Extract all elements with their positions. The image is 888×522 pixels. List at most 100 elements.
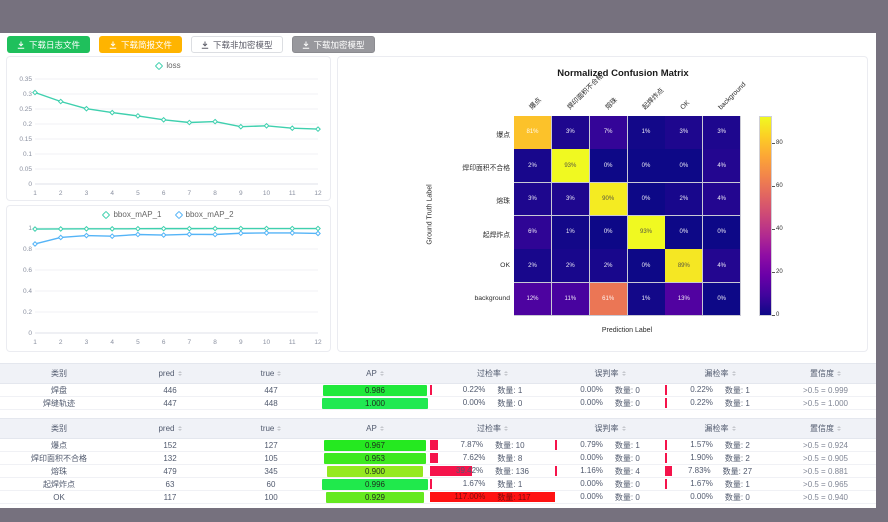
svg-text:12: 12 bbox=[314, 190, 322, 197]
matrix-cell: 61% bbox=[590, 283, 627, 316]
rate-qty: 数量: 2 bbox=[725, 440, 750, 451]
column-header-over-rate[interactable]: 过检率 bbox=[430, 419, 555, 438]
sort-caret-icon[interactable] bbox=[380, 426, 384, 431]
rate-value: 0.00% bbox=[580, 385, 603, 396]
column-header-miss-rate[interactable]: 漏检率 bbox=[665, 419, 775, 438]
sort-caret-icon[interactable] bbox=[277, 371, 281, 376]
sort-caret-icon[interactable] bbox=[504, 426, 508, 431]
column-header-category: 类别 bbox=[0, 364, 118, 383]
sort-caret-icon[interactable] bbox=[178, 426, 182, 431]
matrix-cell: 1% bbox=[552, 216, 589, 249]
sort-caret-icon[interactable] bbox=[622, 426, 626, 431]
column-header-true[interactable]: true bbox=[222, 364, 320, 383]
rate-value: 7.62% bbox=[463, 453, 486, 464]
button-label: 下载日志文件 bbox=[29, 39, 80, 51]
table-row: 焊盘4464470.9860.22%数量: 10.00%数量: 00.22%数量… bbox=[0, 384, 876, 397]
rate-qty: 数量: 117 bbox=[497, 492, 530, 503]
misjudge-rate-cell: 0.00%数量: 0 bbox=[555, 452, 665, 464]
column-header-misjudge-rate[interactable]: 误判率 bbox=[555, 419, 665, 438]
svg-text:1: 1 bbox=[33, 339, 37, 346]
button-label: 下载简报文件 bbox=[121, 39, 172, 51]
matrix-cell: 0% bbox=[703, 283, 740, 316]
svg-text:4: 4 bbox=[110, 190, 114, 197]
legend-label: bbox_mAP_1 bbox=[113, 210, 161, 219]
column-header-misjudge-rate[interactable]: 误判率 bbox=[555, 364, 665, 383]
svg-text:0.05: 0.05 bbox=[19, 166, 32, 173]
rate-bar bbox=[430, 453, 438, 463]
rate-value: 1.90% bbox=[690, 453, 713, 464]
download-report-button[interactable]: 下载简报文件 bbox=[99, 36, 182, 53]
svg-text:10: 10 bbox=[263, 190, 271, 197]
svg-text:0.15: 0.15 bbox=[19, 136, 32, 143]
miss-rate-cell: 1.67%数量: 1 bbox=[665, 478, 775, 490]
sort-caret-icon[interactable] bbox=[622, 371, 626, 376]
rate-qty: 数量: 0 bbox=[615, 453, 640, 464]
download-log-button[interactable]: 下载日志文件 bbox=[7, 36, 90, 53]
over-rate-cell: 0.00%数量: 0 bbox=[430, 397, 555, 409]
rate-qty: 数量: 2 bbox=[725, 453, 750, 464]
svg-text:0.35: 0.35 bbox=[19, 76, 32, 83]
column-header-over-rate[interactable]: 过检率 bbox=[430, 364, 555, 383]
misjudge-rate-cell: 1.16%数量: 4 bbox=[555, 465, 665, 477]
sort-caret-icon[interactable] bbox=[732, 371, 736, 376]
sort-caret-icon[interactable] bbox=[178, 371, 182, 376]
rate-qty: 数量: 0 bbox=[615, 398, 640, 409]
sort-caret-icon[interactable] bbox=[504, 371, 508, 376]
svg-text:0.1: 0.1 bbox=[23, 151, 32, 158]
column-header-true[interactable]: true bbox=[222, 419, 320, 438]
ap-bar: 1.000 bbox=[322, 398, 428, 409]
matrix-cell: 2% bbox=[665, 183, 702, 216]
column-header-confidence[interactable]: 置信度 bbox=[775, 364, 876, 383]
confusion-matrix-grid: 81%3%7%1%3%3%2%93%0%0%0%4%3%3%90%0%2%4%6… bbox=[514, 116, 741, 316]
category-cell: 起焊炸点 bbox=[0, 478, 118, 490]
rate-qty: 数量: 8 bbox=[497, 453, 522, 464]
rate-value: 0.79% bbox=[580, 440, 603, 451]
sort-caret-icon[interactable] bbox=[732, 426, 736, 431]
legend-item-bbox-map-2[interactable]: bbox_mAP_2 bbox=[176, 210, 234, 219]
header-label: 置信度 bbox=[810, 423, 834, 434]
misjudge-rate-cell: 0.79%数量: 1 bbox=[555, 439, 665, 451]
ap-bar: 0.967 bbox=[324, 440, 427, 451]
legend-item-bbox-map-1[interactable]: bbox_mAP_1 bbox=[103, 210, 161, 219]
svg-text:0.4: 0.4 bbox=[23, 288, 32, 295]
column-header-pred[interactable]: pred bbox=[118, 419, 222, 438]
matrix-cell: 13% bbox=[665, 283, 702, 316]
column-header-ap[interactable]: AP bbox=[320, 419, 430, 438]
download-encrypted-model-button[interactable]: 下载加密模型 bbox=[292, 36, 375, 53]
pred-cell: 117 bbox=[118, 491, 222, 503]
sort-caret-icon[interactable] bbox=[277, 426, 281, 431]
diamond-legend-icon bbox=[102, 210, 110, 218]
matrix-cell: 1% bbox=[628, 283, 665, 316]
sort-caret-icon[interactable] bbox=[837, 371, 841, 376]
ap-cell: 0.996 bbox=[320, 478, 430, 490]
ap-cell: 1.000 bbox=[320, 397, 430, 409]
header-label: true bbox=[261, 369, 275, 378]
column-header-miss-rate[interactable]: 漏检率 bbox=[665, 364, 775, 383]
matrix-cell: 2% bbox=[552, 249, 589, 282]
rate-bar bbox=[665, 398, 667, 408]
download-icon bbox=[201, 41, 209, 49]
miss-rate-cell: 1.57%数量: 2 bbox=[665, 439, 775, 451]
confusion-matrix-card: Normalized Confusion Matrix 81%3%7%1%3%3… bbox=[337, 56, 868, 352]
header-label: AP bbox=[366, 369, 377, 378]
table-row: OK1171000.929117.00%数量: 1170.00%数量: 00.0… bbox=[0, 491, 876, 504]
column-header-pred[interactable]: pred bbox=[118, 364, 222, 383]
rate-value: 0.00% bbox=[580, 492, 603, 503]
rate-value: 39.42% bbox=[456, 466, 483, 477]
svg-text:0.2: 0.2 bbox=[23, 121, 32, 128]
download-unencrypted-model-button[interactable]: 下载非加密模型 bbox=[191, 36, 283, 53]
header-label: 漏检率 bbox=[705, 423, 729, 434]
sort-caret-icon[interactable] bbox=[380, 371, 384, 376]
matrix-cell: 0% bbox=[590, 149, 627, 182]
column-header-confidence[interactable]: 置信度 bbox=[775, 419, 876, 438]
legend-item-loss[interactable]: loss bbox=[156, 61, 180, 70]
column-header-ap[interactable]: AP bbox=[320, 364, 430, 383]
matrix-cell: 4% bbox=[703, 183, 740, 216]
sort-caret-icon[interactable] bbox=[837, 426, 841, 431]
rate-qty: 数量: 0 bbox=[615, 492, 640, 503]
svg-text:11: 11 bbox=[289, 339, 296, 346]
matrix-cell: 93% bbox=[628, 216, 665, 249]
svg-text:0.2: 0.2 bbox=[23, 309, 32, 316]
confidence-cell: >0.5 = 1.000 bbox=[775, 397, 876, 409]
misjudge-rate-cell: 0.00%数量: 0 bbox=[555, 478, 665, 490]
